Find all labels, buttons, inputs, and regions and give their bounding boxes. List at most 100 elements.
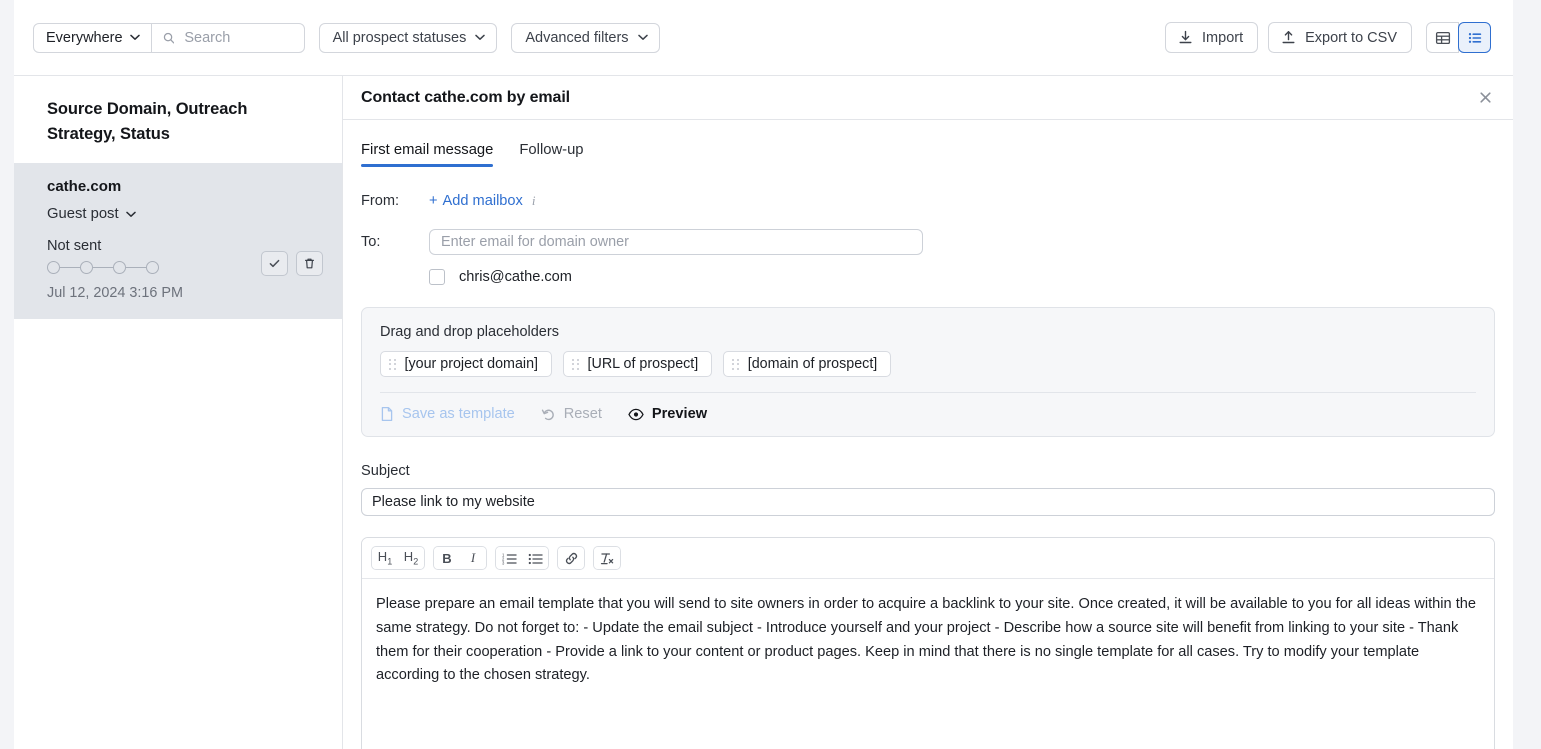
tab-first-email-message[interactable]: First email message [361,142,494,167]
undo-icon [541,409,554,420]
step-line [60,266,80,269]
suggested-email-row: chris@cathe.com [429,269,1495,285]
bold-button[interactable]: B [434,547,460,569]
import-button[interactable]: Import [1165,22,1259,53]
tab-follow-up[interactable]: Follow-up [519,142,583,167]
style-group: B I [433,546,487,570]
approve-prospect-button[interactable] [261,251,288,277]
suggested-email-checkbox[interactable] [429,269,445,285]
advanced-filters-button[interactable]: Advanced filters [511,22,660,53]
prospect-strategy-dropdown[interactable]: Guest post [47,206,136,222]
app-window: Everywhere All prospect statuses [14,0,1513,749]
to-email-input[interactable] [429,229,923,255]
subject-label: Subject [361,463,410,479]
link-group [557,546,585,570]
from-label: From: [361,193,400,209]
clear-formatting-button[interactable] [594,547,620,569]
reset-label: Reset [563,406,602,422]
divider [380,392,1476,393]
chevron-down-icon [125,211,136,217]
plus-icon: + [429,193,438,209]
main-body: Source Domain, Outreach Strategy, Status… [14,76,1513,749]
drag-handle-icon [389,358,396,370]
preview-button[interactable]: Preview [628,406,707,422]
clear-formatting-icon [600,552,614,564]
placeholder-chip-label: [URL of prospect] [587,356,699,372]
drag-handle-icon [732,358,739,370]
table-view-button[interactable] [1426,22,1459,53]
search-field-wrap [152,24,304,52]
search-group: Everywhere [33,22,305,53]
email-tabs: First email message Follow-up [361,120,1495,167]
tab-label: Follow-up [519,142,584,158]
from-row: From: + Add mailbox i [361,193,1495,209]
toolbar-right-group: Import Export to CSV [1165,22,1491,53]
template-actions: Save as template Reset Preview [380,406,1476,422]
heading-1-button[interactable]: H1 [372,547,398,569]
panel-content: First email message Follow-up From: + Ad… [343,120,1513,749]
search-icon [163,32,174,44]
ordered-list-icon: 1 2 3 [502,552,517,565]
delete-prospect-button[interactable] [296,251,323,277]
import-label: Import [1202,29,1244,46]
prospect-status-filter[interactable]: All prospect statuses [318,22,498,53]
export-icon [1282,31,1295,44]
add-mailbox-button[interactable]: + Add mailbox [429,193,523,209]
placeholder-chips: [your project domain] [URL of prospect] … [380,351,1476,377]
chevron-down-icon [475,34,486,40]
to-label: To: [361,234,381,250]
message-body[interactable]: Please prepare an email template that yo… [362,579,1494,749]
export-csv-button[interactable]: Export to CSV [1268,22,1412,53]
prospect-card[interactable]: cathe.com Guest post Not sent Jul 12, 20… [14,163,342,320]
step-dot [47,261,60,275]
step-line [93,266,113,269]
search-input[interactable] [182,28,292,47]
drag-handle-icon [572,358,579,370]
prospect-card-actions [261,251,323,277]
heading-2-icon: H2 [403,549,419,567]
save-as-template-label: Save as template [402,406,515,422]
placeholder-chip[interactable]: [domain of prospect] [723,351,892,377]
heading-1-icon: H1 [377,549,393,567]
save-as-template-button[interactable]: Save as template [380,406,515,422]
close-panel-button[interactable] [1473,86,1497,110]
prospect-domain: cathe.com [47,178,122,196]
info-icon[interactable]: i [532,193,536,209]
bullet-list-button[interactable] [522,547,548,569]
sidebar-header: Source Domain, Outreach Strategy, Status [47,100,248,144]
list-view-button[interactable] [1458,22,1491,53]
eye-icon [628,408,644,420]
scope-dropdown[interactable]: Everywhere [34,23,152,52]
list-view-icon [1468,32,1481,43]
placeholders-panel: Drag and drop placeholders [your project… [361,307,1495,437]
prospect-status-filter-label: All prospect statuses [332,29,467,46]
placeholders-title: Drag and drop placeholders [380,324,559,340]
italic-button[interactable]: I [460,547,486,569]
placeholder-chip[interactable]: [your project domain] [380,351,553,377]
prospect-date: Jul 12, 2024 3:16 PM [47,285,184,302]
table-view-icon [1435,31,1450,44]
reset-button[interactable]: Reset [541,406,602,422]
placeholder-chip-label: [your project domain] [404,356,539,372]
scope-label: Everywhere [46,29,123,46]
export-csv-label: Export to CSV [1305,29,1397,46]
placeholder-chip-label: [domain of prospect] [747,356,878,372]
ordered-list-button[interactable]: 1 2 3 [496,547,522,569]
heading-2-button[interactable]: H2 [398,547,424,569]
to-row: To: [361,229,1495,255]
step-dot [80,261,93,275]
subject-input[interactable] [361,488,1495,516]
step-dot [146,261,159,275]
view-toggle-group [1426,22,1491,53]
step-line [126,266,146,269]
prospects-sidebar: Source Domain, Outreach Strategy, Status… [14,76,343,749]
link-button[interactable] [558,547,584,569]
suggested-email-label: chris@cathe.com [459,269,572,285]
add-mailbox-label: Add mailbox [442,193,523,209]
chevron-down-icon [637,34,648,40]
placeholder-chip[interactable]: [URL of prospect] [563,351,713,377]
trash-icon [305,258,314,269]
tab-label: First email message [361,142,494,158]
link-icon [565,552,577,564]
clear-format-group [593,546,621,570]
